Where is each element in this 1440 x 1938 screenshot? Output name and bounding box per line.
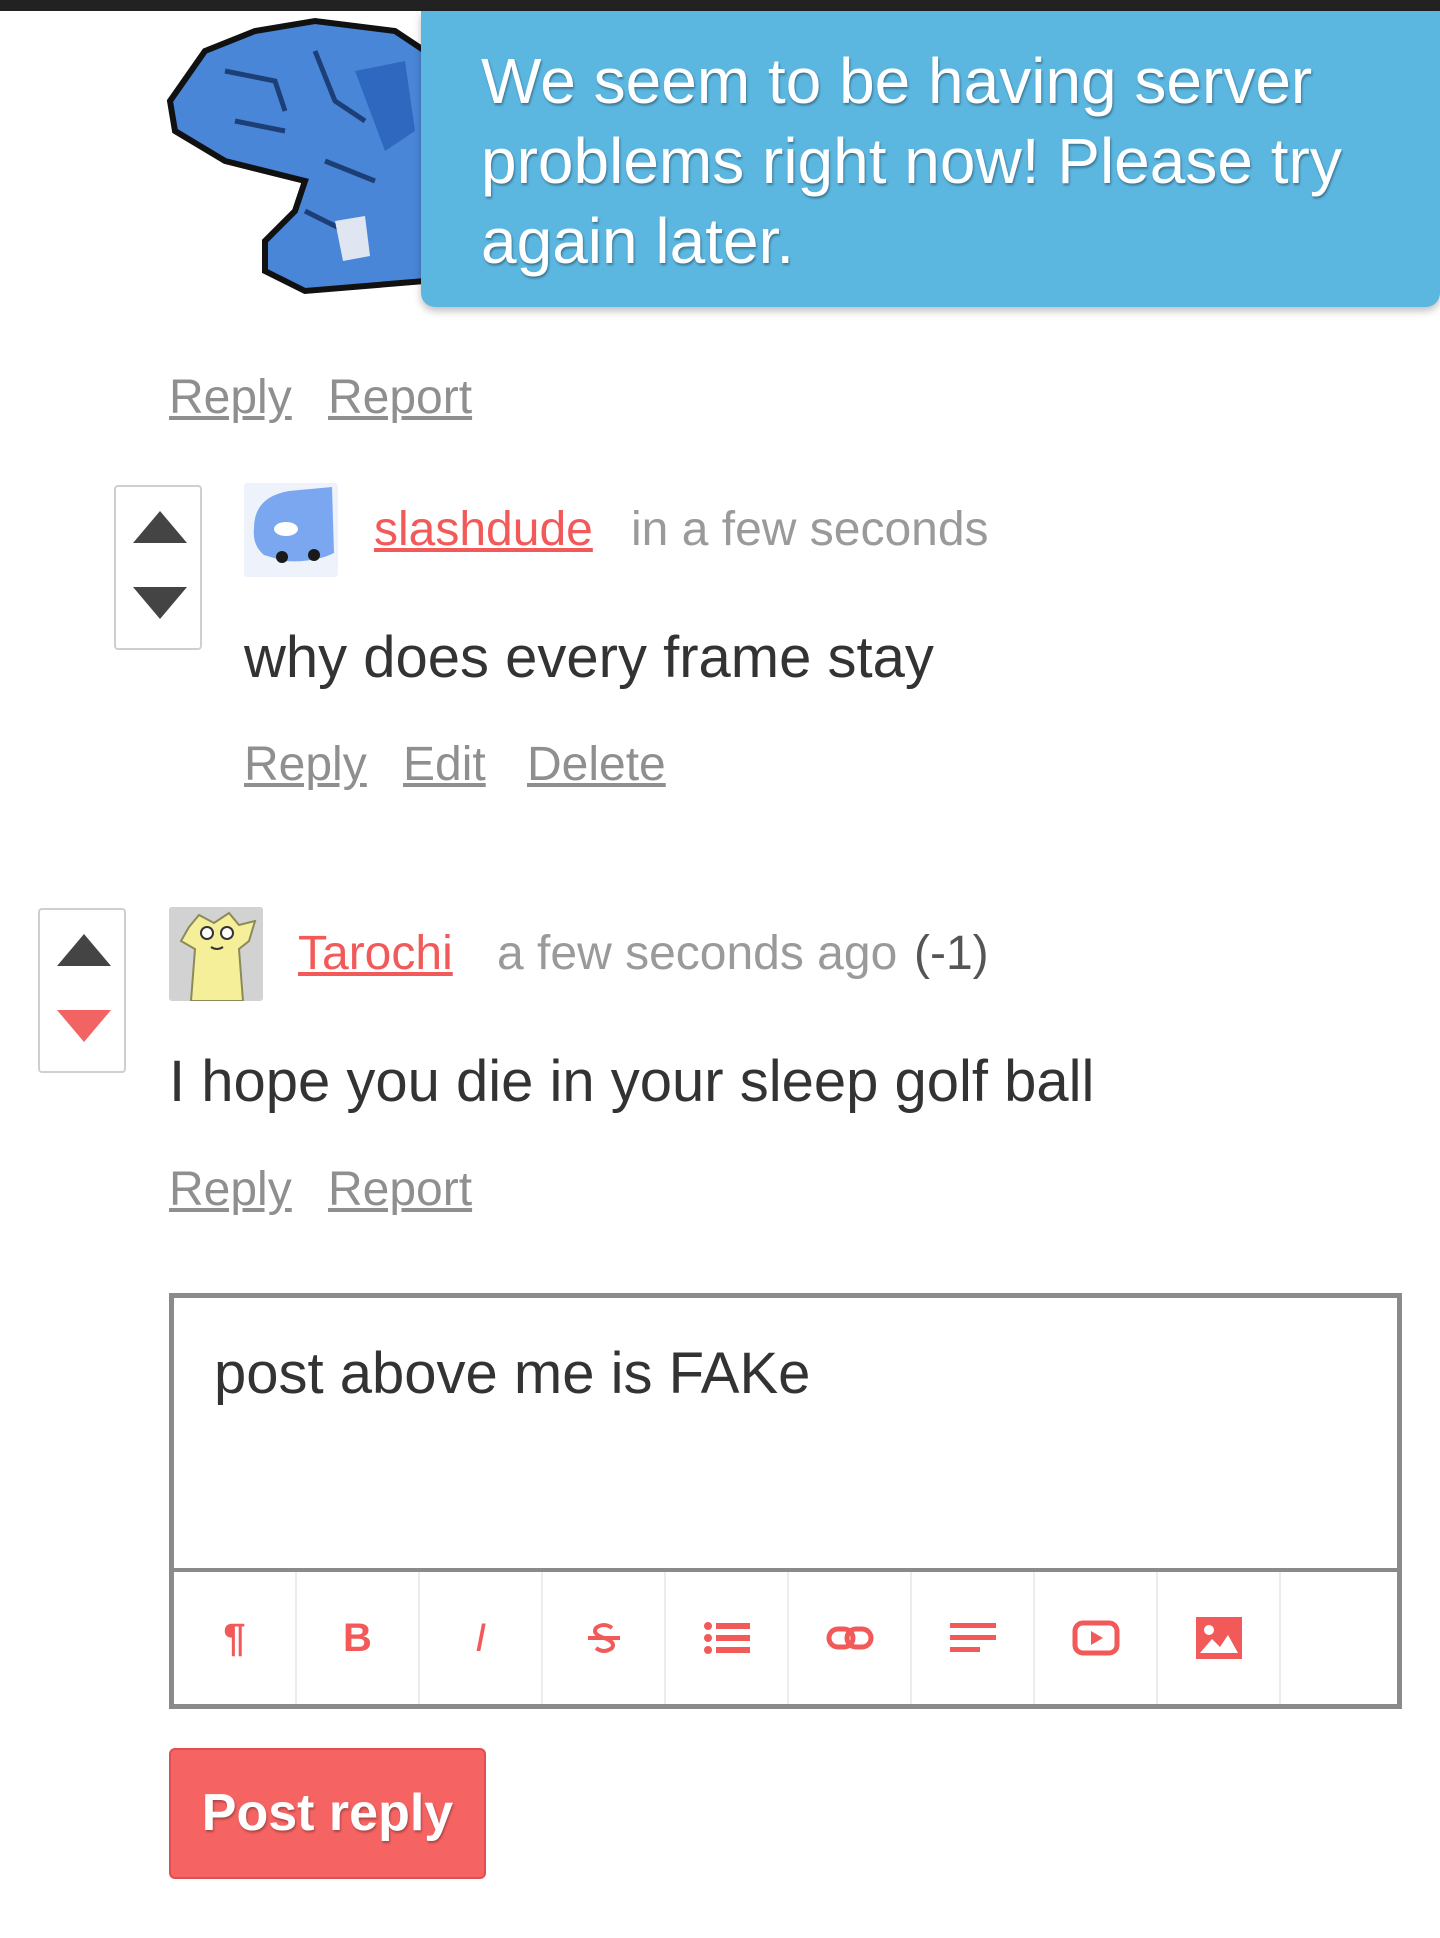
avatar bbox=[169, 907, 263, 1001]
list-icon[interactable] bbox=[666, 1572, 789, 1704]
mascot-image bbox=[166, 17, 425, 295]
bold-icon[interactable]: B bbox=[297, 1572, 420, 1704]
image-icon[interactable] bbox=[1158, 1572, 1281, 1704]
comment-text: I hope you die in your sleep golf ball bbox=[169, 1049, 1095, 1114]
downvote-icon[interactable] bbox=[57, 1010, 111, 1042]
server-error-toast: We seem to be having server problems rig… bbox=[421, 11, 1440, 307]
reply-link[interactable]: Reply bbox=[169, 1162, 292, 1218]
reply-link[interactable]: Reply bbox=[244, 737, 367, 793]
link-icon[interactable] bbox=[789, 1572, 912, 1704]
report-link[interactable]: Report bbox=[328, 370, 472, 426]
video-icon[interactable] bbox=[1035, 1572, 1158, 1704]
upvote-icon[interactable] bbox=[57, 934, 111, 966]
align-icon[interactable] bbox=[912, 1572, 1035, 1704]
report-link[interactable]: Report bbox=[328, 1162, 472, 1218]
editor-toolbar: ¶ B I bbox=[174, 1568, 1397, 1704]
delete-link[interactable]: Delete bbox=[527, 737, 666, 793]
comment-username[interactable]: Tarochi bbox=[298, 926, 453, 982]
strikethrough-icon[interactable] bbox=[543, 1572, 666, 1704]
comment-timestamp: a few seconds ago bbox=[497, 927, 898, 980]
comment-text: why does every frame stay bbox=[244, 625, 934, 690]
reply-link[interactable]: Reply bbox=[169, 370, 292, 426]
paragraph-icon[interactable]: ¶ bbox=[174, 1572, 297, 1704]
downvote-icon[interactable] bbox=[133, 587, 187, 619]
reply-textarea[interactable]: post above me is FAKe bbox=[174, 1298, 1397, 1568]
post-reply-button[interactable]: Post reply bbox=[169, 1748, 486, 1879]
vote-box bbox=[114, 485, 202, 650]
comment-username[interactable]: slashdude bbox=[374, 502, 593, 558]
edit-link[interactable]: Edit bbox=[403, 737, 486, 793]
upvote-icon[interactable] bbox=[133, 511, 187, 543]
avatar bbox=[244, 483, 338, 577]
italic-icon[interactable]: I bbox=[420, 1572, 543, 1704]
reply-editor: post above me is FAKe ¶ B I bbox=[169, 1293, 1402, 1709]
vote-box bbox=[38, 908, 126, 1073]
toast-message: We seem to be having server problems rig… bbox=[481, 45, 1342, 277]
comment-score: (-1) bbox=[914, 927, 989, 980]
top-bar bbox=[0, 0, 1440, 11]
comment-timestamp: in a few seconds bbox=[631, 503, 989, 556]
